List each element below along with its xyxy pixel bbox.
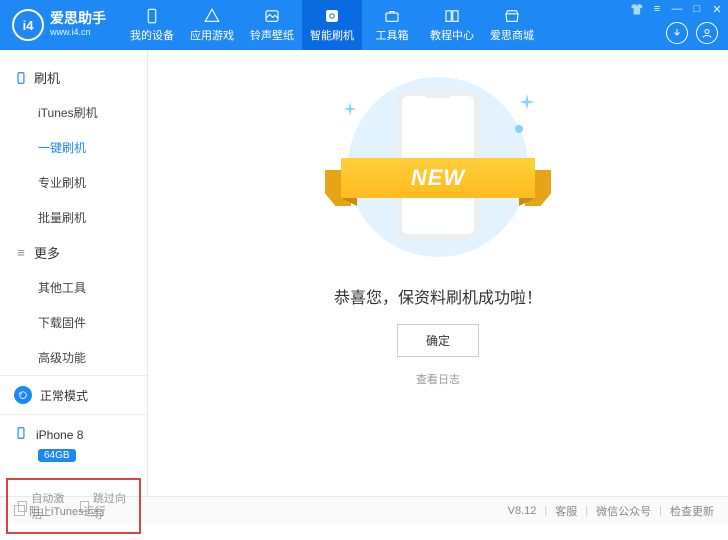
minimize-icon[interactable]: — xyxy=(670,3,684,16)
tab-tutorial[interactable]: 教程中心 xyxy=(422,0,482,50)
header-tabs: 我的设备 应用游戏 铃声壁纸 智能刷机 工具箱 教程中心 爱思商城 xyxy=(122,0,542,50)
device-mode[interactable]: 正常模式 xyxy=(0,376,147,415)
sidebar-cat-more: ≡ 更多 xyxy=(0,235,147,270)
app-logo: i4 爱思助手 www.i4.cn xyxy=(0,9,118,41)
brand-url: www.i4.cn xyxy=(50,25,106,39)
menu-icon[interactable]: ≡ xyxy=(650,3,664,16)
device-info[interactable]: iPhone 8 64GB xyxy=(0,415,147,472)
success-illustration: NEW xyxy=(323,72,553,262)
maximize-icon[interactable]: □ xyxy=(690,3,704,16)
sidebar-item-oneclick[interactable]: 一键刷机 xyxy=(0,130,147,165)
toolbox-icon xyxy=(382,7,402,25)
device-name: iPhone 8 xyxy=(36,428,83,442)
skin-icon[interactable]: 👕 xyxy=(630,3,644,16)
apps-icon xyxy=(202,7,222,25)
support-link[interactable]: 客服 xyxy=(555,503,577,519)
sidebar: 刷机 iTunes刷机 一键刷机 专业刷机 批量刷机 ≡ 更多 其他工具 下载固… xyxy=(0,50,148,496)
storage-badge: 64GB xyxy=(38,449,76,462)
sidebar-item-other[interactable]: 其他工具 xyxy=(0,270,147,305)
tab-store[interactable]: 爱思商城 xyxy=(482,0,542,50)
sidebar-item-batch[interactable]: 批量刷机 xyxy=(0,200,147,235)
ok-button[interactable]: 确定 xyxy=(397,324,479,357)
list-icon: ≡ xyxy=(14,246,28,260)
tab-toolbox[interactable]: 工具箱 xyxy=(362,0,422,50)
sidebar-item-pro[interactable]: 专业刷机 xyxy=(0,165,147,200)
phone-small-icon xyxy=(14,425,28,444)
download-button[interactable] xyxy=(666,22,688,44)
title-bar: i4 爱思助手 www.i4.cn 我的设备 应用游戏 铃声壁纸 智能刷机 工具… xyxy=(0,0,728,50)
sidebar-item-download[interactable]: 下载固件 xyxy=(0,305,147,340)
tab-wallpaper[interactable]: 铃声壁纸 xyxy=(242,0,302,50)
sidebar-item-itunes[interactable]: iTunes刷机 xyxy=(0,95,147,130)
view-log-link[interactable]: 查看日志 xyxy=(416,371,460,387)
device-icon xyxy=(14,71,28,85)
wechat-link[interactable]: 微信公众号 xyxy=(596,503,651,519)
user-button[interactable] xyxy=(696,22,718,44)
window-controls: 👕 ≡ — □ ✕ xyxy=(630,3,724,16)
sidebar-item-advanced[interactable]: 高级功能 xyxy=(0,340,147,375)
new-ribbon: NEW xyxy=(323,148,553,206)
phone-icon xyxy=(142,7,162,25)
sidebar-cat-flash: 刷机 xyxy=(0,60,147,95)
book-icon xyxy=(442,7,462,25)
close-icon[interactable]: ✕ xyxy=(710,3,724,16)
tab-flash[interactable]: 智能刷机 xyxy=(302,0,362,50)
tab-apps[interactable]: 应用游戏 xyxy=(182,0,242,50)
success-message: 恭喜您，保资料刷机成功啦！ xyxy=(334,284,542,308)
image-icon xyxy=(262,7,282,25)
update-link[interactable]: 检查更新 xyxy=(670,503,714,519)
refresh-icon xyxy=(322,7,342,25)
brand-name: 爱思助手 xyxy=(50,11,106,25)
logo-icon: i4 xyxy=(12,9,44,41)
mode-icon xyxy=(14,386,32,404)
store-icon xyxy=(502,7,522,25)
version-label: V8.12 xyxy=(508,505,537,517)
main-content: NEW 恭喜您，保资料刷机成功啦！ 确定 查看日志 xyxy=(148,50,728,496)
checkbox-block-itunes[interactable]: 阻止iTunes运行 xyxy=(14,503,106,519)
tab-my-device[interactable]: 我的设备 xyxy=(122,0,182,50)
